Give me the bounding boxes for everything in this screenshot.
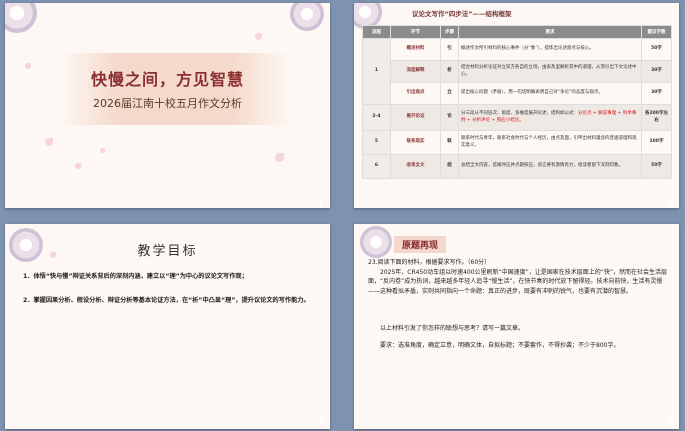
slide-4-thumbnail[interactable]: 原题再现 23.阅读下面的材料，根据要求写作。（60分） 2025年，CR450… bbox=[354, 224, 679, 429]
table-cell: 50字 bbox=[641, 38, 672, 61]
petal-decoration bbox=[100, 148, 105, 153]
table-cell: 引 bbox=[440, 38, 459, 61]
slide-number: 3 bbox=[317, 414, 324, 427]
paragraph: 以上材料引发了你怎样的联想与思考？请写一篇文章。 bbox=[380, 325, 525, 332]
table-row: 5 联系现实 联 联系时代与青年，联系社会时代与个人经历，由点及面，引申出材料蕴… bbox=[362, 130, 672, 155]
table-cell: 析 bbox=[440, 60, 459, 83]
table-cell: 分三段从不同层次、角度、多维度展开论述，结构如公式：分论点 + 解说事理 + 列… bbox=[458, 104, 642, 131]
table-cell: 100字 bbox=[641, 130, 672, 155]
table-cell: 50字 bbox=[641, 154, 672, 179]
table-header: 环节 bbox=[390, 25, 441, 39]
slide-3-thumbnail[interactable]: 教学目标 1．体悟“快与慢”辩证关系背后的深刻内涵，建立以“理”为中心的议论文写… bbox=[5, 224, 330, 429]
table-cell: 总结全文内容，首尾呼应并点题照应，语言要有激情有力，给读者留下深刻印象。 bbox=[458, 154, 642, 179]
table-cell: 深度解释 bbox=[390, 60, 441, 83]
slide-number: 2 bbox=[666, 197, 673, 210]
slide-number: 1 bbox=[317, 197, 324, 210]
table-cell: 引出观点 bbox=[390, 82, 441, 105]
flower-decoration bbox=[360, 226, 392, 258]
table-row: 深度解释 析 结合材料分析论证对立双方各自的立场，由表及里解析其中的道理，从而引… bbox=[363, 60, 672, 83]
structure-table: 流程 环节 步骤 要求 建议字数 1 概述材料 引 概述作文所引材料的核心事件（… bbox=[362, 25, 672, 179]
slide-title: 快慢之间，方见智慧 bbox=[90, 70, 244, 89]
table-cell: 立 bbox=[440, 82, 459, 105]
table-cell: 展开论证 bbox=[390, 104, 441, 131]
table-cell: 结合材料分析论证对立双方各自的立场，由表及里解析其中的道理，从而引出下文论述中心… bbox=[458, 60, 642, 83]
table-cell: 提出核心问题（矛盾），用一句话明确表明自己对“争论”的态度与观点。 bbox=[458, 82, 642, 105]
table-header: 步骤 bbox=[440, 25, 459, 39]
slide-title: 原题再现 bbox=[394, 236, 447, 253]
table-cell: 30字 bbox=[641, 60, 672, 83]
table-cell: 2-4 bbox=[362, 104, 391, 131]
table-cell: 6 bbox=[362, 154, 391, 179]
slide-title: 教学目标 bbox=[137, 244, 198, 259]
table-cell: 1 bbox=[362, 38, 391, 105]
table-cell: 概述作文所引材料的核心事件（分“象”），提炼出论述观点与核心。 bbox=[458, 38, 642, 61]
table-row: 2-4 展开论证 论 分三段从不同层次、角度、多维度展开论述，结构如公式：分论点… bbox=[362, 104, 672, 131]
slide-1-thumbnail[interactable]: 快慢之间，方见智慧 2026届江南十校五月作文分析 bbox=[5, 3, 330, 208]
petal-decoration bbox=[45, 138, 53, 146]
question-text: 23.阅读下面的材料，根据要求写作。（60分） bbox=[368, 259, 491, 266]
flower-decoration bbox=[5, 3, 37, 33]
goal-item: 2．掌握因果分析、假设分析、辩证分析等基本论证方法，在“析”中凸显“理”，提升议… bbox=[23, 297, 310, 304]
table-cell: 联 bbox=[440, 130, 459, 155]
petal-decoration bbox=[255, 33, 262, 40]
petal-decoration bbox=[275, 153, 284, 162]
goal-item: 1．体悟“快与慢”辩证关系背后的深刻内涵，建立以“理”为中心的议论文写作观； bbox=[23, 273, 248, 280]
table-row: 6 收束全文 结 总结全文内容，首尾呼应并点题照应，语言要有激情有力，给读者留下… bbox=[362, 154, 672, 179]
paragraph: 要求：选准角度，确定立意，明确文体，自拟标题；不要套作，不得抄袭；不少于800字… bbox=[380, 342, 620, 349]
table-header: 要求 bbox=[458, 25, 642, 39]
table-row: 1 概述材料 引 概述作文所引材料的核心事件（分“象”），提炼出论述观点与核心。… bbox=[362, 38, 672, 105]
slide-number: 4 bbox=[666, 414, 673, 427]
table-cell: 各200字左右 bbox=[641, 104, 672, 131]
table-cell: 联系时代与青年，联系社会时代与个人经历，由点及面，引申出材料蕴含的普遍道理和现实… bbox=[458, 130, 642, 155]
paragraph: 2025年，CR450动车组以时速400公里刷新“中国速度”，让是国家在技术层面… bbox=[368, 269, 667, 295]
slide-subtitle: 2026届江南十校五月作文分析 bbox=[93, 97, 242, 110]
flower-decoration bbox=[290, 3, 324, 31]
table-cell: 论 bbox=[440, 104, 459, 131]
petal-decoration bbox=[75, 163, 81, 169]
slide-2-thumbnail[interactable]: 议论文写作“四步法”——结构框架 流程 环节 步骤 要求 建议字数 1 概述材料… bbox=[354, 3, 679, 208]
table-cell: 收束全文 bbox=[390, 154, 441, 179]
table-heading: 议论文写作“四步法”——结构框架 bbox=[412, 10, 512, 18]
table-cell: 联系现实 bbox=[390, 130, 441, 155]
table-cell: 30字 bbox=[641, 82, 672, 105]
table-header: 建议字数 bbox=[641, 25, 672, 39]
table-cell: 概述材料 bbox=[390, 38, 441, 61]
table-row: 引出观点 立 提出核心问题（矛盾），用一句话明确表明自己对“争论”的态度与观点。… bbox=[363, 82, 672, 105]
table-header: 流程 bbox=[362, 25, 391, 39]
table-cell: 结 bbox=[440, 154, 459, 179]
requirement-text: 分三段从不同层次、角度、多维度展开论述，结构如公式： bbox=[461, 111, 578, 117]
table-cell: 5 bbox=[362, 130, 391, 155]
